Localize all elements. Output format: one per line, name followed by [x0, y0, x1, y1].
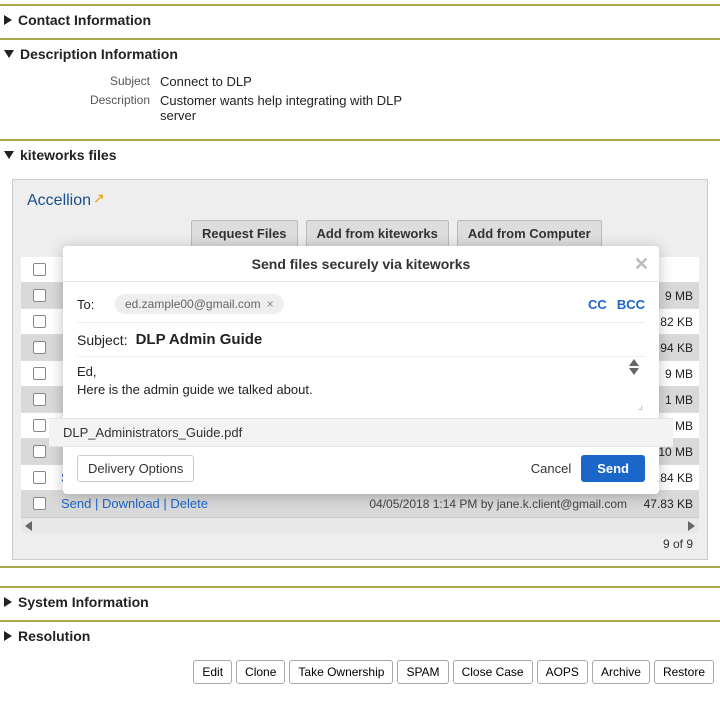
chevron-down-icon — [4, 151, 14, 159]
scroll-up-icon[interactable] — [629, 359, 639, 366]
restore-button[interactable]: Restore — [654, 660, 714, 684]
clone-button[interactable]: Clone — [236, 660, 285, 684]
chevron-right-icon — [4, 631, 12, 641]
edit-button[interactable]: Edit — [193, 660, 232, 684]
subject-value: Connect to DLP — [160, 74, 252, 89]
resize-handle-icon[interactable]: ⌟ — [638, 399, 643, 412]
cancel-button[interactable]: Cancel — [531, 461, 571, 476]
request-files-button[interactable]: Request Files — [191, 220, 298, 247]
remove-recipient-icon[interactable]: × — [267, 297, 274, 311]
chevron-right-icon — [4, 15, 12, 25]
delivery-options-button[interactable]: Delivery Options — [77, 455, 194, 482]
section-desc-title: Description Information — [20, 46, 178, 62]
row-checkbox[interactable] — [33, 289, 46, 302]
description-value: Customer wants help integrating with DLP… — [160, 93, 420, 123]
table-row: Send | Download | Delete 04/05/2018 1:14… — [21, 491, 699, 517]
send-files-modal: Send files securely via kiteworks ✕ To: … — [63, 246, 659, 494]
section-desc-header[interactable]: Description Information — [0, 40, 720, 68]
add-from-kiteworks-button[interactable]: Add from kiteworks — [306, 220, 449, 247]
section-kiteworks-title: kiteworks files — [20, 147, 117, 163]
archive-button[interactable]: Archive — [592, 660, 650, 684]
section-resolution-title: Resolution — [18, 628, 90, 644]
scroll-down-icon[interactable] — [629, 368, 639, 375]
horizontal-scrollbar[interactable] — [21, 517, 699, 533]
row-checkbox[interactable] — [33, 497, 46, 510]
row-checkbox[interactable] — [33, 393, 46, 406]
section-resolution-header[interactable]: Resolution — [0, 622, 720, 650]
aops-button[interactable]: AOPS — [537, 660, 588, 684]
spam-button[interactable]: SPAM — [397, 660, 448, 684]
description-label: Description — [0, 93, 160, 123]
message-body-input[interactable] — [77, 357, 645, 411]
row-checkbox[interactable] — [33, 367, 46, 380]
to-label: To: — [77, 297, 107, 312]
send-button[interactable]: Send — [581, 455, 645, 482]
attachment-row[interactable]: DLP_Administrators_Guide.pdf — [49, 418, 673, 447]
brand-logo: Accellion↗ — [21, 188, 699, 220]
row-checkbox[interactable] — [33, 315, 46, 328]
select-all-checkbox[interactable] — [33, 263, 46, 276]
recipient-chip[interactable]: ed.zample00@gmail.com × — [115, 294, 284, 314]
row-checkbox[interactable] — [33, 471, 46, 484]
row-checkbox[interactable] — [33, 445, 46, 458]
section-contact-title: Contact Information — [18, 12, 151, 28]
subject-input[interactable]: DLP Admin Guide — [136, 331, 263, 348]
add-from-computer-button[interactable]: Add from Computer — [457, 220, 602, 247]
subject-label: Subject — [0, 74, 160, 89]
modal-title: Send files securely via kiteworks — [252, 256, 471, 272]
bcc-link[interactable]: BCC — [617, 297, 645, 312]
close-case-button[interactable]: Close Case — [453, 660, 533, 684]
row-meta: 04/05/2018 1:14 PM by jane.k.client@gmai… — [369, 497, 633, 511]
row-checkbox[interactable] — [33, 419, 46, 432]
section-contact-header[interactable]: Contact Information — [0, 6, 720, 34]
section-kiteworks-header[interactable]: kiteworks files — [0, 141, 720, 169]
chevron-right-icon — [4, 597, 12, 607]
file-size: 47.83 KB — [633, 497, 699, 511]
section-sysinfo-title: System Information — [18, 594, 149, 610]
scroll-left-icon[interactable] — [25, 521, 32, 531]
close-icon[interactable]: ✕ — [634, 254, 649, 275]
scroll-right-icon[interactable] — [688, 521, 695, 531]
section-sysinfo-header[interactable]: System Information — [0, 588, 720, 616]
cc-link[interactable]: CC — [588, 297, 607, 312]
brand-arrow-icon: ↗ — [93, 190, 105, 207]
row-count: 9 of 9 — [21, 533, 699, 555]
chevron-down-icon — [4, 50, 14, 58]
row-checkbox[interactable] — [33, 341, 46, 354]
row-actions[interactable]: Send | Download | Delete — [57, 496, 369, 511]
take-ownership-button[interactable]: Take Ownership — [289, 660, 393, 684]
kiteworks-panel: Accellion↗ Request Files Add from kitewo… — [12, 179, 708, 560]
subject-label: Subject: — [77, 332, 128, 348]
